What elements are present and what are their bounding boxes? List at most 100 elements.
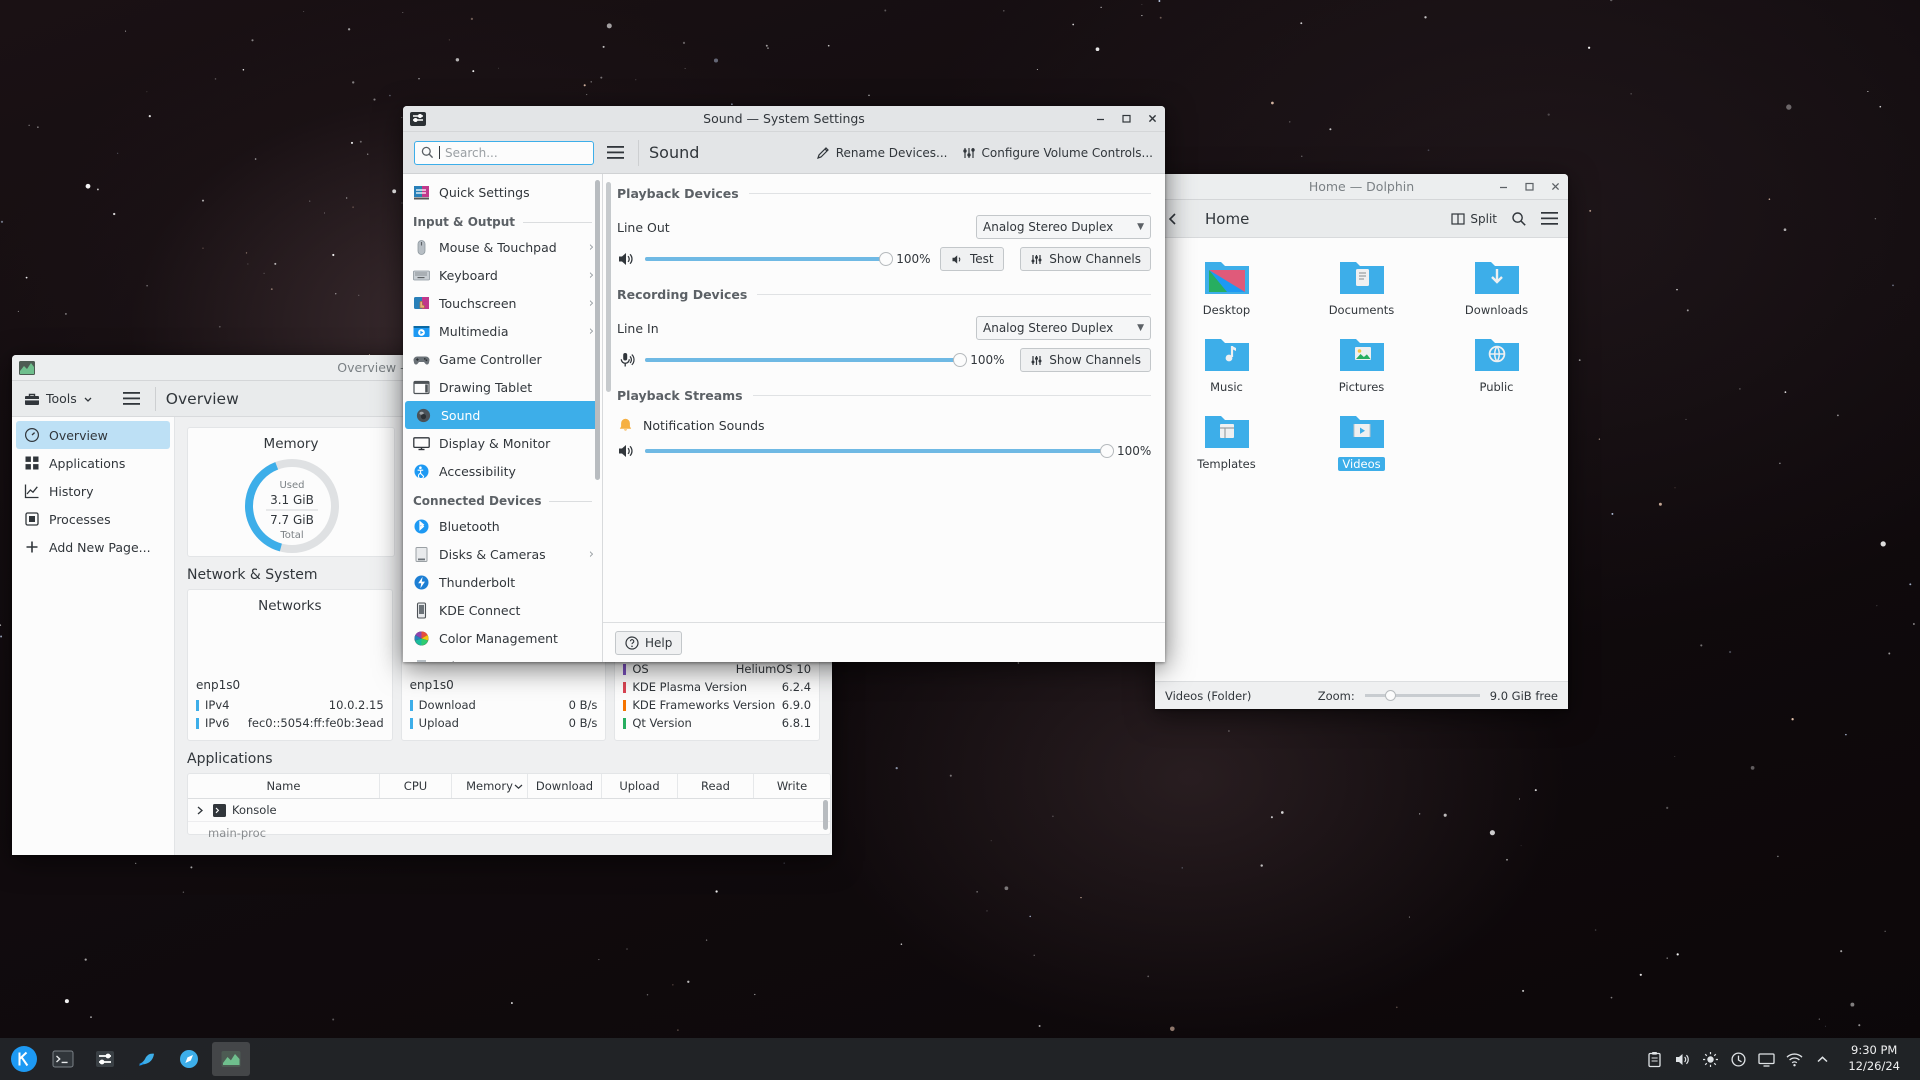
playback-device-combobox[interactable]: Analog Stereo Duplex ▼ [976,215,1151,239]
slider-fill [645,358,961,362]
updates-icon[interactable] [1730,1051,1747,1068]
system-settings-menu-button[interactable] [602,140,628,166]
network-icon[interactable] [1786,1051,1803,1068]
playback-show-channels-button[interactable]: Show Channels [1020,247,1151,271]
row-key: KDE Frameworks Version [632,698,776,712]
downloads-folder-icon [1474,262,1519,294]
file-item-documents[interactable]: Documents [1296,250,1427,323]
sidebar-item-drawing-tablet[interactable]: Drawing Tablet [403,373,602,401]
rename-devices-button[interactable]: Rename Devices... [816,146,948,160]
file-item-desktop[interactable]: Desktop [1161,250,1292,323]
brightness-icon[interactable] [1702,1051,1719,1068]
sidebar-item-thunderbolt[interactable]: Thunderbolt [403,568,602,596]
taskbar-item-system-monitor[interactable] [212,1042,250,1076]
slider-knob[interactable] [1100,444,1114,458]
content-scrollbar[interactable] [606,182,611,392]
tools-button[interactable]: Tools [20,391,97,407]
sidebar-item-history[interactable]: History [16,477,170,505]
sidebar-item-color-management[interactable]: Color Management [403,624,602,652]
column-header-download[interactable]: Download [528,774,602,798]
close-button[interactable] [1139,106,1165,132]
system-monitor-menu-button[interactable] [119,386,145,412]
speaker-volume-icon[interactable] [617,250,635,268]
maximize-button[interactable] [1113,106,1139,132]
touchscreen-icon [414,296,429,309]
sidebar-item-printers[interactable]: Printers [403,652,602,662]
volume-icon[interactable] [1674,1051,1691,1068]
sidebar-item-add-new-page[interactable]: Add New Page... [16,533,170,561]
recording-show-channels-button[interactable]: Show Channels [1020,348,1151,372]
minimize-button[interactable] [1087,106,1113,132]
sidebar-item-multimedia[interactable]: Multimedia › [403,317,602,345]
dolphin-window[interactable]: Home — Dolphin Home Split Desktop Docume… [1155,174,1568,709]
dolphin-file-view[interactable]: Desktop Documents Downloads Music Pictur… [1155,238,1568,681]
recording-volume-slider[interactable] [645,351,968,369]
sidebar-item-applications[interactable]: Applications [16,449,170,477]
system-settings-titlebar[interactable]: Sound — System Settings [403,106,1165,132]
sidebar-item-keyboard[interactable]: Keyboard › [403,261,602,289]
clipboard-icon[interactable] [1646,1051,1663,1068]
application-launcher-button[interactable] [6,1041,42,1077]
maximize-button[interactable] [1516,174,1542,200]
slider-fill [645,449,1107,453]
sidebar-scrollbar[interactable] [595,180,600,480]
playback-volume-slider[interactable] [645,250,894,268]
file-item-templates[interactable]: Templates [1161,404,1292,477]
taskbar-item-dolphin[interactable] [128,1042,166,1076]
search-input[interactable]: Search... [414,140,594,165]
expand-arrow-icon[interactable] [194,804,207,817]
table-scrollbar[interactable] [823,800,828,830]
taskbar-item-konsole[interactable] [44,1042,82,1076]
sidebar-item-quick-settings[interactable]: Quick Settings [403,178,602,206]
taskbar-item-system-settings[interactable] [86,1042,124,1076]
sidebar-item-sound[interactable]: Sound [405,401,600,429]
file-item-pictures[interactable]: Pictures [1296,327,1427,400]
column-header-memory[interactable]: Memory [452,774,528,798]
column-header-upload[interactable]: Upload [602,774,678,798]
dolphin-titlebar[interactable]: Home — Dolphin [1155,174,1568,200]
zoom-slider[interactable] [1364,689,1480,703]
slider-knob[interactable] [879,252,894,266]
test-button[interactable]: Test [940,247,1005,271]
file-item-music[interactable]: Music [1161,327,1292,400]
clock-widget[interactable]: 9:30 PM 12/26/24 [1842,1043,1906,1074]
arrow-left-icon[interactable] [1165,211,1181,227]
help-button[interactable]: Help [615,630,683,655]
recording-device-combobox[interactable]: Analog Stereo Duplex ▼ [976,316,1151,340]
sidebar-item-overview[interactable]: Overview [16,421,170,449]
table-row[interactable]: Konsole [188,799,830,822]
sidebar-item-processes[interactable]: Processes [16,505,170,533]
sidebar-item-touchscreen[interactable]: Touchscreen › [403,289,602,317]
display-tray-icon[interactable] [1758,1051,1775,1068]
microphone-icon[interactable] [617,351,635,369]
column-header-write[interactable]: Write [754,774,830,798]
file-item-videos[interactable]: Videos [1296,404,1427,477]
slider-knob[interactable] [953,353,968,367]
column-header-name[interactable]: Name [188,774,380,798]
sidebar-label: Overview [49,427,108,443]
sidebar-item-disks-cameras[interactable]: Disks & Cameras › [403,540,602,568]
speaker-volume-icon[interactable] [617,442,635,460]
taskbar-item-discover[interactable] [170,1042,208,1076]
sidebar-item-game-controller[interactable]: Game Controller [403,345,602,373]
sidebar-item-bluetooth[interactable]: Bluetooth [403,512,602,540]
chevron-up-icon[interactable] [1814,1051,1831,1068]
column-header-cpu[interactable]: CPU [380,774,452,798]
column-header-read[interactable]: Read [678,774,754,798]
sidebar-item-kde-connect[interactable]: KDE Connect [403,596,602,624]
search-icon[interactable] [1511,211,1527,227]
sidebar-item-display-monitor[interactable]: Display & Monitor [403,429,602,457]
split-button[interactable]: Split [1451,212,1497,226]
minimize-button[interactable] [1490,174,1516,200]
sidebar-item-accessibility[interactable]: Accessibility [403,457,602,485]
notification-volume-slider[interactable] [645,442,1114,460]
close-button[interactable] [1542,174,1568,200]
system-settings-window[interactable]: Sound — System Settings Search... Sound [403,106,1165,662]
zoom-knob[interactable] [1385,690,1397,701]
file-item-public[interactable]: Public [1431,327,1562,400]
table-row[interactable]: main-proc [188,822,830,844]
file-item-downloads[interactable]: Downloads [1431,250,1562,323]
hamburger-menu-icon[interactable] [1541,212,1558,225]
sidebar-item-mouse-touchpad[interactable]: Mouse & Touchpad › [403,233,602,261]
configure-volume-controls-button[interactable]: Configure Volume Controls... [962,146,1153,160]
